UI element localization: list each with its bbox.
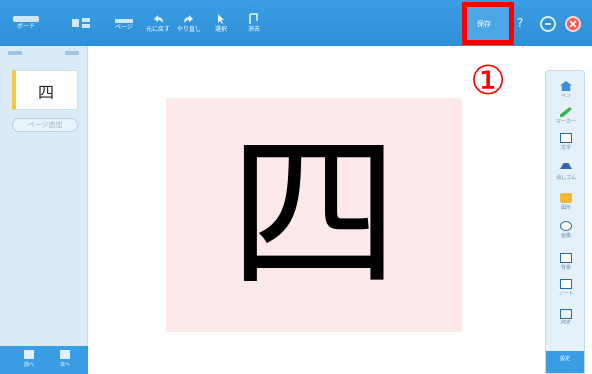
background-icon xyxy=(560,253,572,263)
close-button[interactable] xyxy=(565,16,581,32)
tool-note[interactable]: ノート xyxy=(554,279,578,297)
tool-home[interactable]: ペン xyxy=(554,81,578,99)
page-thumbnail[interactable]: 四 xyxy=(12,70,78,110)
note-icon xyxy=(560,279,572,289)
toolbar-board-button[interactable]: ボード xyxy=(10,10,42,36)
close-icon xyxy=(569,20,577,28)
tool-shapes[interactable]: 図形 xyxy=(554,193,578,211)
image-icon xyxy=(560,221,572,231)
top-toolbar: ボード ページ 元に戻す やり直し 選択 消去 保存 ? xyxy=(0,0,592,46)
prev-page-icon xyxy=(24,350,34,359)
right-tool-sidebar: ペン マーカー 文字 消しゴム 図形 画像 背景 ノート PDF 設定 xyxy=(545,70,585,374)
toolbar-undo-button[interactable]: 元に戻す xyxy=(146,10,170,36)
next-page-button[interactable]: 次へ xyxy=(58,350,72,370)
pen-icon xyxy=(560,107,572,117)
tool-eraser[interactable]: 消しゴム xyxy=(554,163,578,181)
folder-icon xyxy=(560,193,572,203)
page-thumbnail-panel: 四 ページ追加 前へ 次へ xyxy=(0,46,88,374)
tool-pen[interactable]: マーカー xyxy=(554,107,578,125)
redo-icon xyxy=(183,13,195,25)
settings-button[interactable]: 設定 xyxy=(546,351,584,373)
toolbar-redo-button[interactable]: やり直し xyxy=(177,10,201,36)
minimize-icon xyxy=(545,23,551,25)
home-icon xyxy=(560,81,572,91)
text-icon xyxy=(560,133,572,143)
select-icon xyxy=(215,13,227,25)
undo-icon xyxy=(152,13,164,25)
board-icon xyxy=(13,16,39,22)
eraser-icon xyxy=(560,163,572,169)
next-page-icon xyxy=(60,350,70,359)
panel-collapse-icon[interactable] xyxy=(8,51,22,55)
highlighted-save-button[interactable]: 保存 xyxy=(462,2,514,45)
toolbar-select-button[interactable]: 選択 xyxy=(212,10,230,36)
annotation-marker: ① xyxy=(470,58,506,104)
panel-menu-icon[interactable] xyxy=(65,51,79,55)
tool-pdf[interactable]: PDF xyxy=(554,309,578,326)
pdf-icon xyxy=(560,309,572,319)
drawing-canvas[interactable]: 四 xyxy=(166,98,462,332)
prev-page-button[interactable]: 前へ xyxy=(22,350,36,370)
page-nav-bar: 前へ 次へ xyxy=(0,346,88,374)
tool-text[interactable]: 文字 xyxy=(554,133,578,151)
layout-icon xyxy=(71,17,90,29)
toolbar-pages-button[interactable]: ページ xyxy=(112,10,136,36)
panel-header xyxy=(0,46,87,60)
info-icon[interactable]: ? xyxy=(517,15,525,31)
pages-icon xyxy=(115,19,133,23)
minimize-button[interactable] xyxy=(540,16,556,32)
canvas-character: 四 xyxy=(228,116,399,314)
toolbar-layout-button[interactable] xyxy=(64,10,90,36)
toolbar-erase-button[interactable]: 消去 xyxy=(244,10,264,36)
add-page-button[interactable]: ページ追加 xyxy=(12,118,78,132)
tool-image[interactable]: 画像 xyxy=(554,221,578,239)
erase-icon xyxy=(248,13,260,25)
svg-text:?: ? xyxy=(517,16,523,30)
tool-background[interactable]: 背景 xyxy=(554,253,578,271)
